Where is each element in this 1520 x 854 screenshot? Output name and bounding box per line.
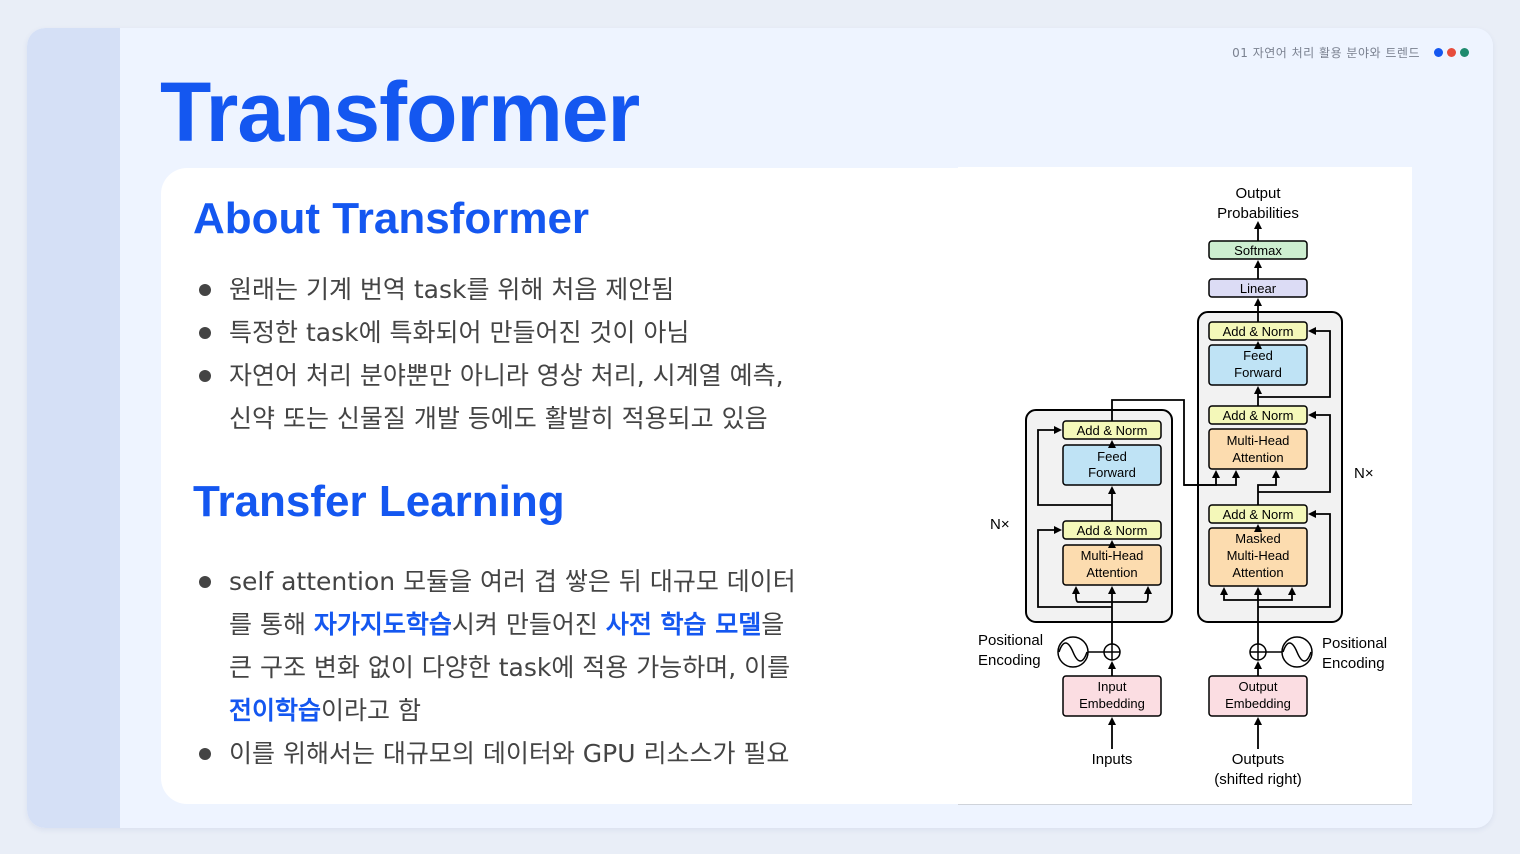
about-heading: About Transformer — [193, 194, 590, 243]
output-embedding-label-2: Embedding — [1225, 696, 1291, 711]
bullet-text: 특정한 task에 특화되어 만들어진 것이 아님 — [229, 318, 690, 347]
about-bullet-list: 원래는 기계 번역 task를 위해 처음 제안됨 특정한 task에 특화되어… — [199, 268, 784, 440]
list-item: 자연어 처리 분야뿐만 아니라 영상 처리, 시계열 예측, 신약 또는 신물질… — [199, 354, 784, 440]
decoder-add-icon — [1249, 643, 1267, 661]
decoder-ff-label-2: Forward — [1234, 365, 1282, 380]
enc-positional-label-1: Positional — [978, 632, 1043, 649]
encoder-ff-label-1: Feed — [1097, 449, 1127, 464]
decoder-mha-label-1: Multi-Head — [1227, 433, 1290, 448]
masked-label-1: Masked — [1235, 531, 1281, 546]
dot-green-icon — [1460, 48, 1469, 57]
bullet-text: 큰 구조 변화 없이 다양한 task에 적용 가능하며, 이를 — [229, 653, 791, 682]
masked-label-3: Attention — [1232, 565, 1283, 580]
bullet-text: 이를 위해서는 대규모의 데이터와 GPU 리소스가 필요 — [229, 739, 790, 768]
dot-red-icon — [1447, 48, 1456, 57]
decoder-add-norm-1-label: Add & Norm — [1223, 507, 1294, 522]
decoder-nx-label: N× — [1354, 465, 1374, 482]
output-prob-label-2: Probabilities — [1217, 205, 1299, 222]
page-title: Transformer — [160, 65, 640, 159]
section-label: 01 자연어 처리 활용 분야와 트렌드 — [1232, 46, 1420, 60]
encoder-nx-label: N× — [990, 516, 1010, 533]
encoder-stack — [1025, 409, 1173, 623]
output-prob-label-1: Output — [1235, 185, 1281, 202]
section-header: 01 자연어 처리 활용 분야와 트렌드 — [1232, 44, 1469, 61]
decoder-add-norm-2-label: Add & Norm — [1223, 408, 1294, 423]
list-item: self attention 모듈을 여러 겹 쌓은 뒤 대규모 데이터 를 통… — [199, 560, 796, 732]
outputs-label-1: Outputs — [1232, 751, 1285, 768]
dot-blue-icon — [1434, 48, 1443, 57]
bullet-text: 을 — [761, 610, 785, 639]
encoder-mha-label-2: Attention — [1086, 565, 1137, 580]
slide-dots — [1434, 48, 1469, 57]
bullet-text: 이라고 함 — [321, 696, 421, 725]
bullet-text: 자연어 처리 분야뿐만 아니라 영상 처리, 시계열 예측, — [229, 361, 784, 390]
encoder-ff-label-2: Forward — [1088, 465, 1136, 480]
bullet-text: 원래는 기계 번역 task를 위해 처음 제안됨 — [229, 275, 675, 304]
diagram-svg: Add & Norm Feed Forward Add & Norm Multi… — [978, 185, 1387, 788]
encoder-add-norm-2-label: Add & Norm — [1077, 423, 1148, 438]
encoder-add-icon — [1103, 643, 1121, 661]
decoder-mha-label-2: Attention — [1232, 450, 1283, 465]
linear-label: Linear — [1240, 281, 1277, 296]
decoder-ff-label-1: Feed — [1243, 348, 1273, 363]
inputs-label: Inputs — [1092, 751, 1133, 768]
transfer-heading: Transfer Learning — [193, 477, 565, 526]
left-sidebar-strip — [27, 28, 120, 828]
transfer-bullet-list: self attention 모듈을 여러 겹 쌓은 뒤 대규모 데이터 를 통… — [199, 560, 796, 775]
enc-positional-label-2: Encoding — [978, 652, 1041, 669]
bullet-text: 를 통해 — [229, 610, 314, 639]
decoder-add-norm-3-label: Add & Norm — [1223, 324, 1294, 339]
input-embedding-label-2: Embedding — [1079, 696, 1145, 711]
list-item: 이를 위해서는 대규모의 데이터와 GPU 리소스가 필요 — [199, 732, 796, 775]
softmax-label: Softmax — [1234, 243, 1282, 258]
bullet-text: self attention 모듈을 여러 겹 쌓은 뒤 대규모 데이터 — [229, 567, 796, 596]
output-embedding-label-1: Output — [1238, 679, 1277, 694]
encoder-add-norm-1-label: Add & Norm — [1077, 523, 1148, 538]
encoder-mha-label-1: Multi-Head — [1081, 548, 1144, 563]
encoder-positional-wave-icon — [1057, 636, 1104, 668]
bullet-text: 신약 또는 신물질 개발 등에도 활발히 적용되고 있음 — [229, 404, 768, 433]
input-embedding-label-1: Input — [1098, 679, 1127, 694]
decoder-positional-wave-icon — [1266, 636, 1313, 668]
list-item: 특정한 task에 특화되어 만들어진 것이 아님 — [199, 311, 784, 354]
outputs-label-2: (shifted right) — [1214, 771, 1302, 788]
highlight-term: 전이학습 — [229, 696, 322, 725]
bullet-text: 시켜 만들어진 — [451, 610, 606, 639]
highlight-term: 자가지도학습 — [313, 610, 452, 639]
highlight-term: 사전 학습 모델 — [605, 610, 762, 639]
dec-positional-label-1: Positional — [1322, 635, 1387, 652]
dec-positional-label-2: Encoding — [1322, 655, 1385, 672]
list-item: 원래는 기계 번역 task를 위해 처음 제안됨 — [199, 268, 784, 311]
transformer-architecture-diagram: Add & Norm Feed Forward Add & Norm Multi… — [958, 167, 1412, 805]
masked-label-2: Multi-Head — [1227, 548, 1290, 563]
